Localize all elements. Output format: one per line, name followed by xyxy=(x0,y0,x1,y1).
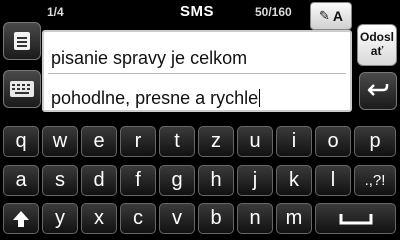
message-input[interactable]: pisanie spravy je celkom pohodlne, presn… xyxy=(42,30,352,112)
space-key[interactable] xyxy=(315,203,396,234)
send-label-line1: Odosl xyxy=(359,30,394,44)
return-arrow-icon xyxy=(367,84,389,96)
key-h[interactable]: h xyxy=(198,165,234,196)
keyboard-toggle-button[interactable] xyxy=(3,70,41,108)
key-q[interactable]: q xyxy=(3,126,39,157)
key-e[interactable]: e xyxy=(81,126,117,157)
send-label-line2: ať xyxy=(370,44,384,58)
shift-arrow-icon xyxy=(13,210,29,227)
key-f[interactable]: f xyxy=(120,165,156,196)
key-c[interactable]: c xyxy=(120,203,156,234)
text-cursor xyxy=(259,89,261,107)
key-v[interactable]: v xyxy=(159,203,195,234)
character-counter: 50/160 xyxy=(255,5,292,19)
key-d[interactable]: d xyxy=(81,165,117,196)
key-y[interactable]: y xyxy=(42,203,78,234)
message-line-2: pohodlne, presne a rychle xyxy=(51,88,261,109)
key-u[interactable]: u xyxy=(237,126,273,157)
input-mode-button[interactable]: ✎ A xyxy=(310,2,352,30)
key-l[interactable]: l xyxy=(315,165,351,196)
back-button[interactable] xyxy=(359,72,397,110)
key-i[interactable]: i xyxy=(276,126,312,157)
pen-icon: ✎ xyxy=(318,8,330,24)
key-punctuation[interactable]: .,?! xyxy=(354,165,396,196)
key-g[interactable]: g xyxy=(159,165,195,196)
keyboard-icon xyxy=(10,81,34,97)
key-m[interactable]: m xyxy=(276,203,312,234)
key-o[interactable]: o xyxy=(315,126,351,157)
key-s[interactable]: s xyxy=(42,165,78,196)
key-k[interactable]: k xyxy=(276,165,312,196)
send-button[interactable]: Odosl ať xyxy=(357,24,397,66)
key-p[interactable]: p xyxy=(354,126,396,157)
menu-button[interactable] xyxy=(3,22,41,60)
space-bar-icon xyxy=(339,213,372,224)
key-z[interactable]: z xyxy=(198,126,234,157)
message-line-1: pisanie spravy je celkom xyxy=(51,48,248,68)
key-t[interactable]: t xyxy=(159,126,195,157)
key-j[interactable]: j xyxy=(237,165,273,196)
input-mode-letter: A xyxy=(332,8,344,24)
key-r[interactable]: r xyxy=(120,126,156,157)
key-b[interactable]: b xyxy=(198,203,234,234)
shift-key[interactable] xyxy=(3,203,39,234)
menu-icon xyxy=(14,32,30,50)
message-line-2-text: pohodlne, presne a rychle xyxy=(51,88,259,108)
page-counter: 1/4 xyxy=(47,5,64,19)
key-x[interactable]: x xyxy=(81,203,117,234)
key-n[interactable]: n xyxy=(237,203,273,234)
key-w[interactable]: w xyxy=(42,126,78,157)
key-a[interactable]: a xyxy=(3,165,39,196)
line-divider xyxy=(48,73,346,74)
app-title: SMS xyxy=(180,3,215,20)
